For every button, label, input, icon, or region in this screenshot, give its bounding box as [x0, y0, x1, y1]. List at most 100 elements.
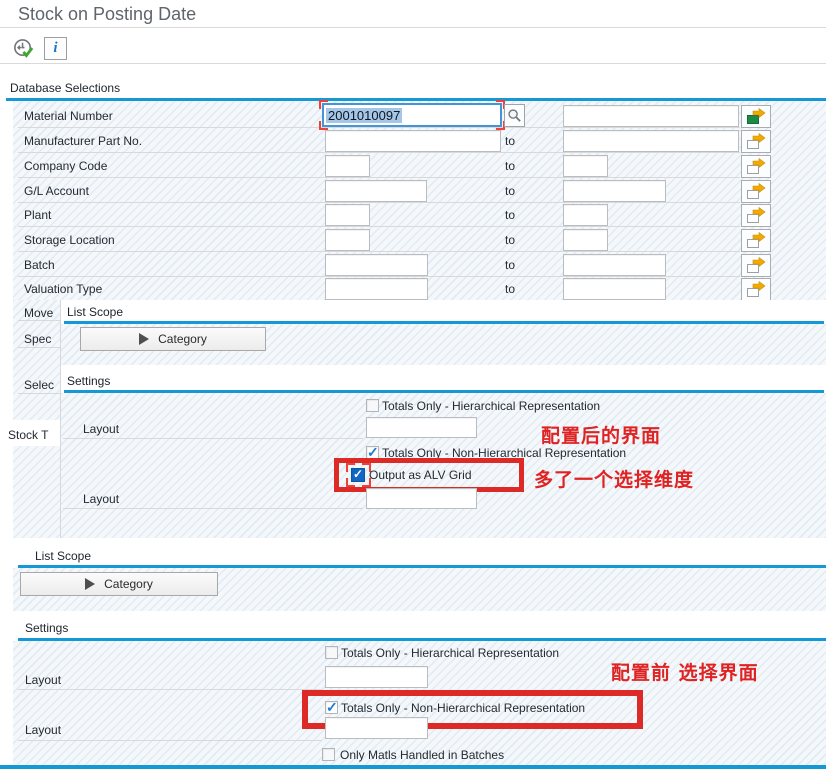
totals-hierarchical-label: Totals Only - Hierarchical Representatio…	[382, 399, 601, 413]
field-underline	[63, 438, 363, 439]
plant-input[interactable]	[325, 204, 370, 226]
storage-location-to-input[interactable]	[563, 229, 608, 251]
layout-label: Layout	[83, 422, 120, 436]
field-label-company-code: Company Code	[24, 159, 108, 173]
category-button-label: Category	[104, 577, 153, 591]
to-label: to	[505, 258, 516, 272]
before-list-scope-header: List Scope	[35, 549, 92, 563]
before-settings-header: Settings	[25, 621, 69, 635]
batch-to-input[interactable]	[563, 254, 666, 276]
field-label-plant: Plant	[24, 208, 52, 222]
to-label: to	[505, 282, 516, 296]
before-category-button[interactable]: Category	[20, 572, 218, 596]
row-separator	[18, 177, 740, 178]
row-separator	[18, 347, 60, 348]
field-label-storage-location: Storage Location	[24, 233, 115, 247]
title-separator	[0, 27, 826, 28]
search-icon	[508, 109, 521, 122]
play-triangle-icon	[85, 578, 96, 590]
annotation-extra-dimension: 多了一个选择维度	[534, 469, 695, 491]
info-icon: i	[53, 40, 58, 56]
play-triangle-icon	[139, 333, 150, 345]
database-selections-header: Database Selections	[10, 81, 121, 95]
search-help-button[interactable]	[504, 104, 525, 127]
batch-input[interactable]	[325, 254, 428, 276]
totals-hierarchical-label: Totals Only - Hierarchical Representatio…	[341, 646, 560, 660]
before-layout-input-2[interactable]	[325, 717, 428, 739]
overlay-settings-header: Settings	[67, 374, 111, 388]
annotation-after-config: 配置后的界面	[541, 425, 662, 447]
multiple-selection-button[interactable]	[741, 229, 771, 252]
execute-clock-icon	[14, 38, 34, 58]
overlay-layout-input-2[interactable]	[366, 488, 477, 509]
row-separator	[18, 152, 740, 153]
field-underline	[63, 508, 363, 509]
field-underline	[18, 689, 322, 690]
valuation-type-input[interactable]	[325, 278, 428, 300]
to-label: to	[505, 233, 516, 247]
multiple-selection-button[interactable]	[741, 254, 771, 277]
totals-hierarchical-checkbox[interactable]	[366, 399, 379, 412]
multiple-selection-button-active[interactable]	[741, 105, 771, 128]
totals-hierarchical-checkbox[interactable]	[325, 646, 338, 659]
overlay-layout-input-1[interactable]	[366, 417, 477, 438]
storage-location-input[interactable]	[325, 229, 370, 251]
company-code-to-input[interactable]	[563, 155, 608, 177]
multi-select-arrow-icon-green	[747, 108, 766, 124]
totals-non-hierarchical-label: Totals Only - Non-Hierarchical Represent…	[341, 701, 586, 715]
row-separator	[18, 393, 60, 394]
material-number-value: 2001010097	[326, 107, 403, 123]
material-number-input[interactable]: 2001010097	[322, 103, 502, 127]
to-label: to	[505, 134, 516, 148]
bottom-edge-line	[0, 765, 826, 769]
row-separator	[18, 276, 740, 277]
manufacturer-input[interactable]	[325, 130, 501, 152]
after-config-overlay: List Scope Category Settings Totals Only…	[60, 300, 826, 538]
to-label: to	[505, 184, 516, 198]
toolbar-separator	[0, 63, 826, 64]
multiple-selection-button[interactable]	[741, 130, 771, 153]
only-batches-checkbox[interactable]	[322, 748, 335, 761]
annotation-before-config: 配置前 选择界面	[611, 662, 759, 684]
multiple-selection-button[interactable]	[741, 180, 771, 203]
field-label-valuation-type: Valuation Type	[24, 282, 103, 296]
overlay-category-button[interactable]: Category	[80, 327, 266, 351]
layout-label: Layout	[25, 723, 62, 737]
info-button[interactable]: i	[44, 37, 67, 60]
execute-button[interactable]	[12, 37, 35, 60]
gl-account-to-input[interactable]	[563, 180, 666, 202]
row-separator	[18, 251, 740, 252]
output-alv-label: Output as ALV Grid	[369, 468, 472, 482]
hidden-label-special: Spec	[24, 332, 52, 346]
field-label-gl-account: G/L Account	[24, 184, 89, 198]
multiple-selection-button[interactable]	[741, 155, 771, 178]
category-button-label: Category	[158, 332, 207, 346]
layout-label: Layout	[83, 492, 120, 506]
row-separator	[18, 226, 740, 227]
output-alv-checkbox[interactable]	[351, 467, 365, 482]
only-batches-label: Only Matls Handled in Batches	[340, 748, 505, 762]
row-separator	[18, 127, 740, 128]
page-title: Stock on Posting Date	[18, 4, 197, 24]
multiple-selection-button[interactable]	[741, 204, 771, 227]
hidden-label-selection: Selec	[24, 378, 55, 392]
row-separator	[18, 202, 740, 203]
gl-account-input[interactable]	[325, 180, 427, 202]
hidden-label-stock-type: Stock T	[8, 428, 49, 442]
field-label-material-number: Material Number	[24, 109, 113, 123]
company-code-input[interactable]	[325, 155, 370, 177]
field-underline	[18, 740, 322, 741]
to-label: to	[505, 159, 516, 173]
before-layout-input-1[interactable]	[325, 666, 428, 688]
manufacturer-to-input[interactable]	[563, 130, 739, 152]
multiple-selection-button[interactable]	[741, 278, 771, 301]
to-label: to	[505, 208, 516, 222]
plant-to-input[interactable]	[563, 204, 608, 226]
totals-non-hierarchical-checkbox[interactable]	[325, 699, 338, 716]
field-label-batch: Batch	[24, 258, 55, 272]
sap-window: Stock on Posting Date i Database Selecti…	[0, 0, 826, 769]
hidden-label-movement: Move	[24, 306, 54, 320]
valuation-type-to-input[interactable]	[563, 278, 666, 300]
overlay-list-scope-header: List Scope	[67, 305, 124, 319]
material-number-to-input[interactable]	[563, 105, 739, 127]
